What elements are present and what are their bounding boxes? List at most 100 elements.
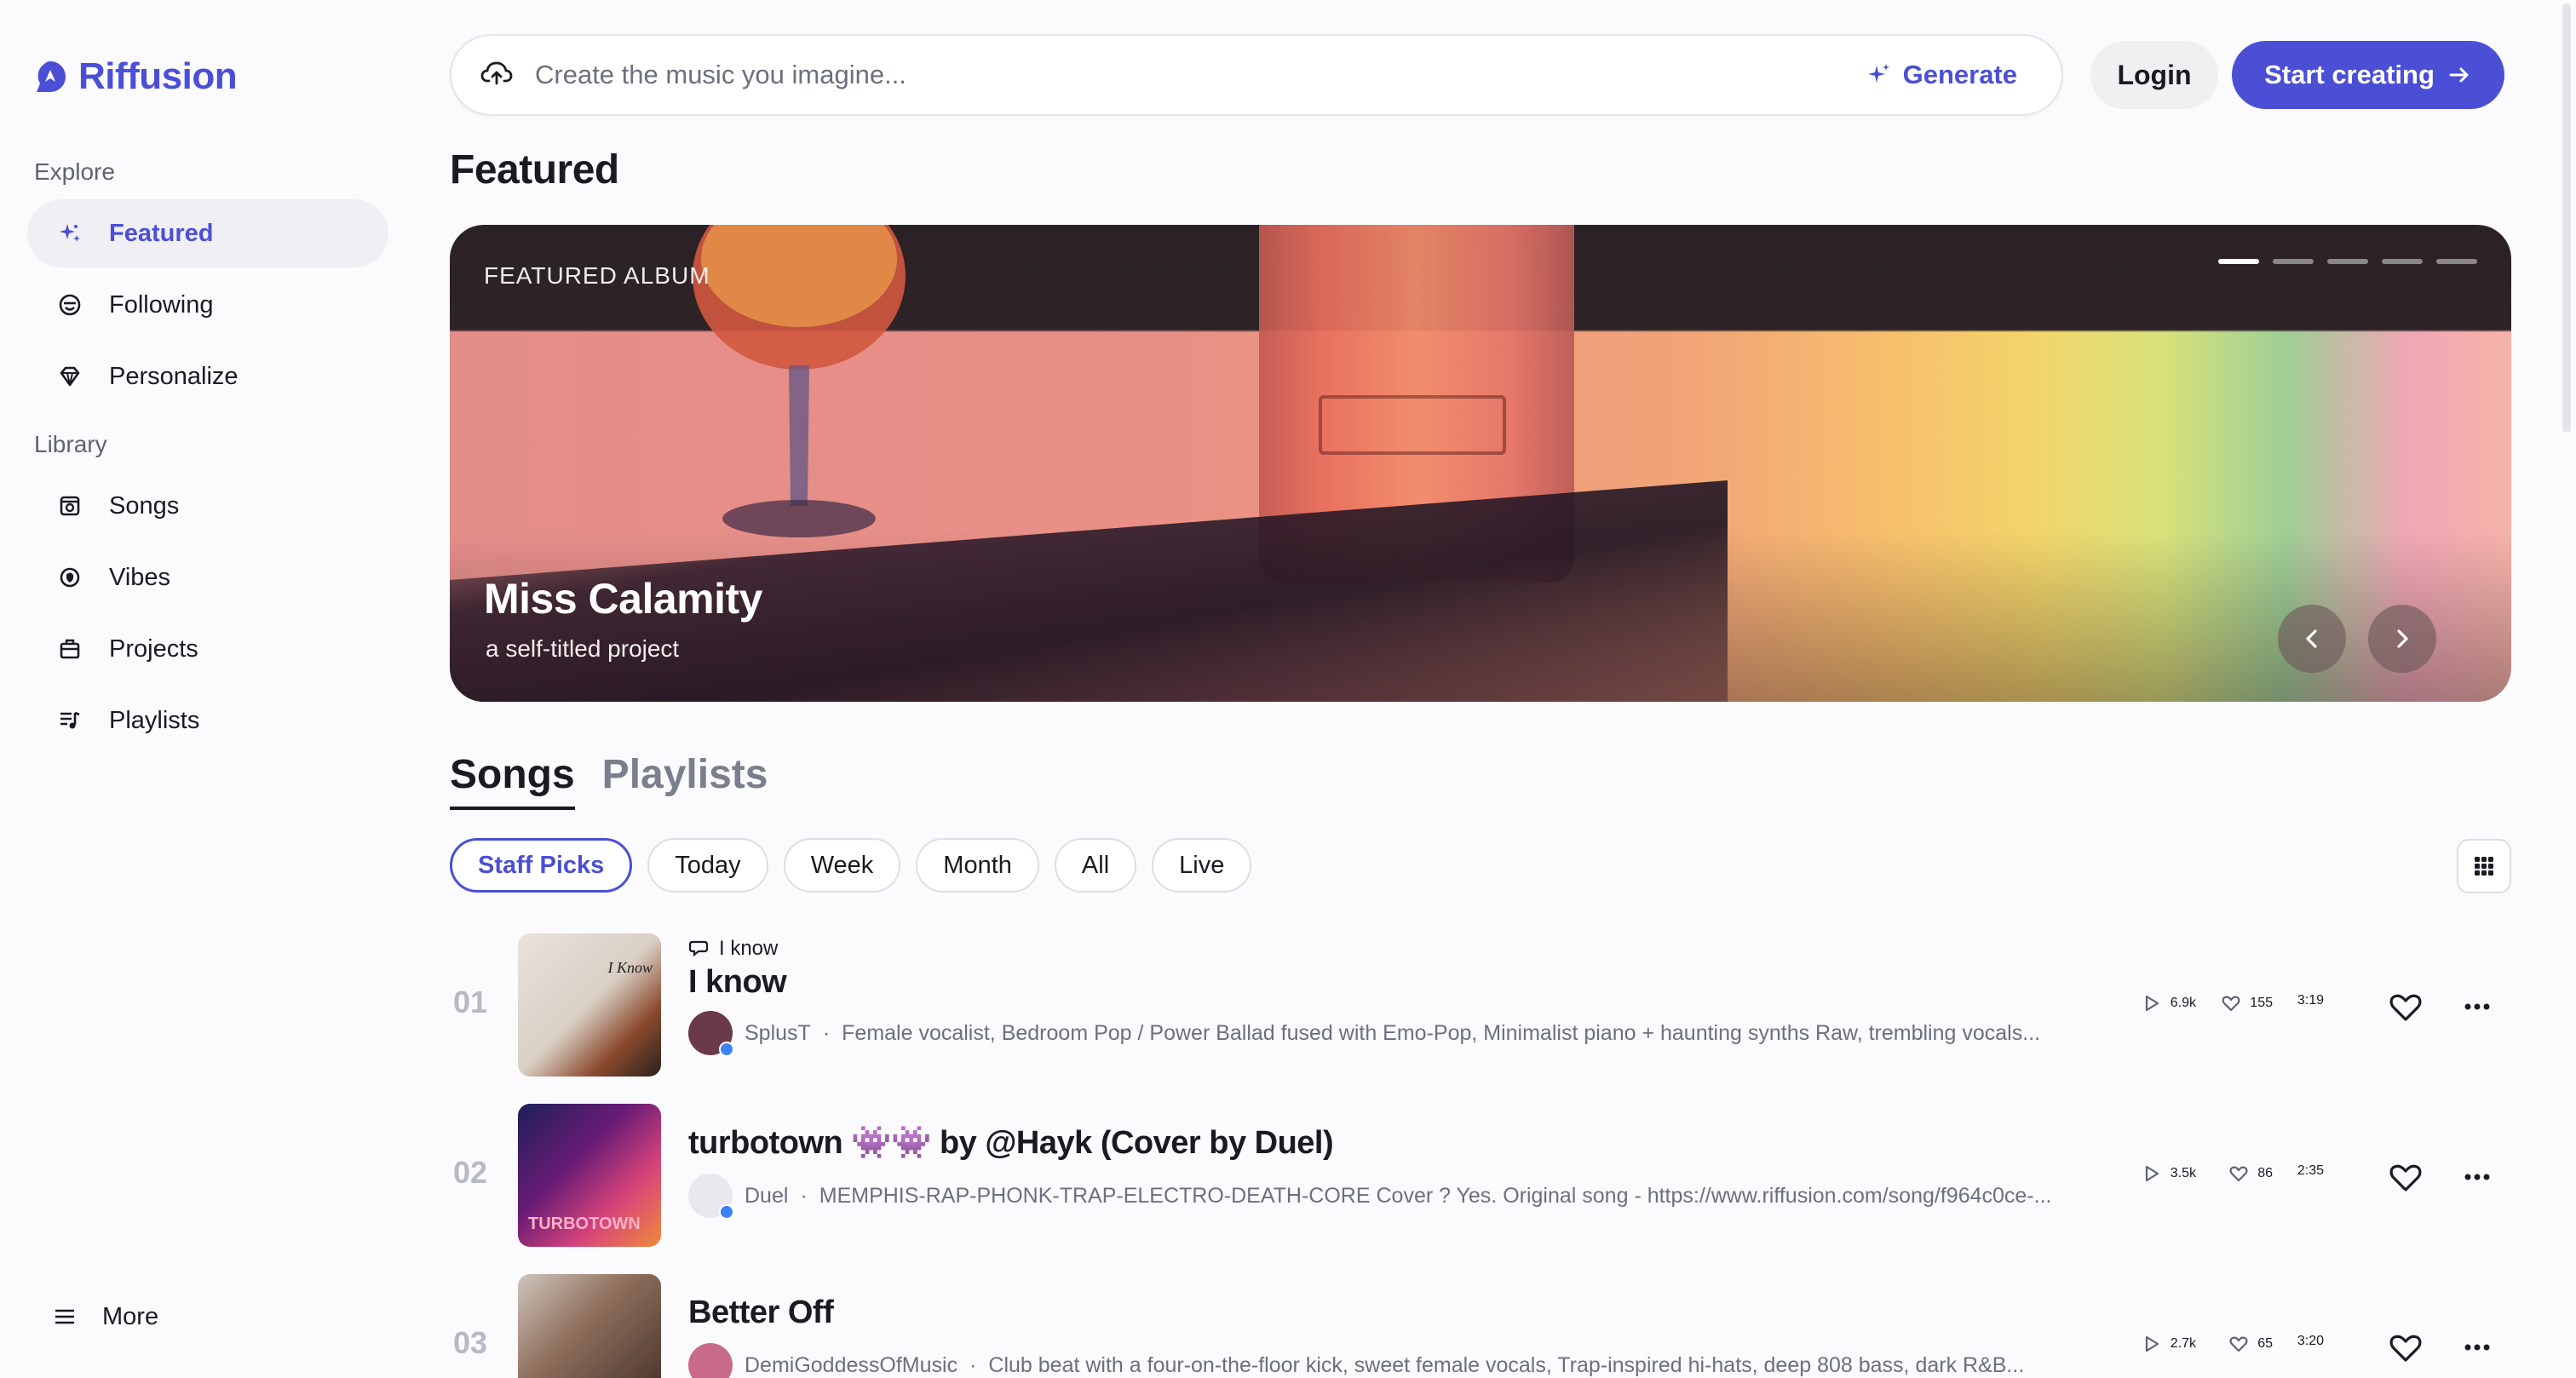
heart-outline-icon — [2222, 996, 2240, 1012]
sparkle-icon — [1867, 64, 1889, 83]
carousel-dot[interactable] — [2382, 259, 2423, 264]
tab-playlists[interactable]: Playlists — [602, 751, 768, 810]
sidebar-item-label: Vibes — [109, 563, 171, 591]
sidebar-item-playlists[interactable]: Playlists — [27, 686, 388, 755]
song-more-button[interactable] — [2457, 1327, 2498, 1368]
song-box-icon — [56, 492, 83, 520]
start-creating-label: Start creating — [2264, 60, 2435, 89]
carousel-prev-button[interactable] — [2278, 605, 2346, 673]
tab-songs[interactable]: Songs — [450, 751, 575, 810]
separator-dot: · — [800, 1183, 808, 1208]
play-count-value: 2.7k — [2170, 1336, 2196, 1351]
arrow-right-icon — [2449, 67, 2469, 83]
carousel-dot[interactable] — [2273, 259, 2314, 264]
carousel-dot[interactable] — [2218, 259, 2259, 264]
sidebar-item-label: Songs — [109, 491, 180, 520]
chevron-right-icon — [2397, 629, 2408, 648]
song-cover[interactable] — [518, 1274, 661, 1378]
carousel-indicators — [2218, 259, 2477, 264]
artist-avatar[interactable] — [688, 1174, 734, 1220]
more-label: More — [102, 1302, 159, 1330]
page-title: Featured — [450, 147, 619, 192]
playlist-icon — [56, 707, 83, 734]
heart-icon — [2389, 1164, 2422, 1191]
sidebar-item-label: Projects — [109, 634, 198, 663]
filter-staff-picks[interactable]: Staff Picks — [450, 838, 633, 893]
song-row[interactable]: 03 Better Off DemiGoddessOfMusic · Club … — [450, 1274, 2511, 1378]
prompt-input[interactable] — [535, 60, 1866, 90]
song-row[interactable]: 01 I Know I know I know SplusT · Female … — [450, 933, 2511, 1087]
song-cover[interactable]: I Know — [518, 933, 661, 1077]
ellipsis-icon — [2464, 1174, 2490, 1180]
like-count: 65 — [2228, 1334, 2273, 1354]
filter-all[interactable]: All — [1054, 838, 1137, 893]
heart-icon — [2389, 994, 2422, 1021]
sidebar-item-following[interactable]: Following — [27, 271, 388, 339]
filter-week[interactable]: Week — [783, 838, 901, 893]
page-scrollbar[interactable] — [2562, 3, 2571, 433]
featured-carousel[interactable]: FEATURED ALBUM Miss Calamity a self-titl… — [450, 225, 2511, 702]
sidebar: Riffusion Explore Featured Following Per… — [0, 0, 417, 1378]
play-count-value: 6.9k — [2170, 996, 2196, 1010]
verified-badge-icon — [719, 1042, 734, 1057]
carousel-next-button[interactable] — [2368, 605, 2436, 673]
song-context[interactable]: I know — [688, 937, 2426, 961]
like-count-value: 155 — [2250, 996, 2273, 1010]
filter-today[interactable]: Today — [647, 838, 768, 893]
vibes-icon — [56, 564, 83, 591]
artist-name[interactable]: SplusT — [745, 1021, 811, 1046]
grid-view-button[interactable] — [2457, 839, 2511, 893]
hero-artwork-glass — [693, 225, 906, 537]
artist-name[interactable]: Duel — [745, 1184, 788, 1209]
ellipsis-icon — [2464, 1003, 2490, 1010]
sidebar-item-songs[interactable]: Songs — [27, 472, 388, 540]
song-more-button[interactable] — [2457, 1157, 2498, 1197]
like-button[interactable] — [2385, 986, 2426, 1027]
generate-button[interactable]: Generate — [1866, 60, 2017, 90]
separator-dot: · — [969, 1352, 977, 1377]
play-count-value: 3.5k — [2170, 1166, 2196, 1180]
song-row[interactable]: 02 TURBOTOWN turbotown 👾👾 by @Hayk (Cove… — [450, 1104, 2511, 1257]
song-duration: 2:35 — [2297, 1163, 2324, 1178]
smile-face-icon — [56, 291, 83, 319]
carousel-dot[interactable] — [2436, 259, 2477, 264]
filter-chips: Staff Picks Today Week Month All Live — [450, 838, 1252, 893]
artist-avatar[interactable] — [688, 1343, 733, 1378]
generate-label: Generate — [1902, 60, 2017, 89]
hero-artwork-bottle-label — [1319, 395, 1506, 455]
song-description: MEMPHIS-RAP-PHONK-TRAP-ELECTRO-DEATH-COR… — [819, 1183, 2052, 1208]
artist-name[interactable]: DemiGoddessOfMusic — [745, 1353, 957, 1378]
song-number: 01 — [452, 985, 488, 1019]
like-button[interactable] — [2385, 1327, 2426, 1368]
remix-bubble-icon — [688, 940, 709, 957]
song-number: 03 — [452, 1325, 488, 1360]
sidebar-item-featured[interactable]: Featured — [27, 199, 388, 267]
start-creating-button[interactable]: Start creating — [2232, 41, 2504, 109]
like-button[interactable] — [2385, 1157, 2426, 1197]
artist-avatar[interactable] — [688, 1011, 734, 1057]
cloud-upload-icon[interactable] — [479, 55, 515, 95]
song-more-button[interactable] — [2457, 986, 2498, 1027]
like-count-value: 86 — [2257, 1166, 2273, 1180]
filter-month[interactable]: Month — [916, 838, 1039, 893]
brand-logo[interactable]: Riffusion — [32, 53, 238, 100]
song-title[interactable]: Better Off — [688, 1295, 2426, 1331]
sidebar-item-vibes[interactable]: Vibes — [27, 543, 388, 611]
sidebar-item-label: Following — [109, 290, 214, 319]
sidebar-more-button[interactable]: More — [51, 1296, 158, 1337]
song-cover[interactable]: TURBOTOWN — [518, 1104, 661, 1247]
brand-name: Riffusion — [78, 55, 238, 97]
song-title[interactable]: turbotown 👾👾 by @Hayk (Cover by Duel) — [688, 1124, 2426, 1162]
sidebar-item-personalize[interactable]: Personalize — [27, 342, 388, 411]
login-button[interactable]: Login — [2090, 41, 2218, 109]
cover-text: TURBOTOWN — [528, 1214, 641, 1233]
carousel-dot[interactable] — [2327, 259, 2368, 264]
verified-badge-icon — [719, 1204, 734, 1220]
song-duration: 3:20 — [2297, 1334, 2324, 1348]
sparkle-icon — [56, 220, 83, 247]
sidebar-item-projects[interactable]: Projects — [27, 615, 388, 683]
hero-title[interactable]: Miss Calamity — [484, 574, 762, 623]
filter-live[interactable]: Live — [1152, 838, 1252, 893]
hamburger-menu-icon — [51, 1303, 78, 1330]
content-tabs: Songs Playlists — [450, 751, 768, 810]
